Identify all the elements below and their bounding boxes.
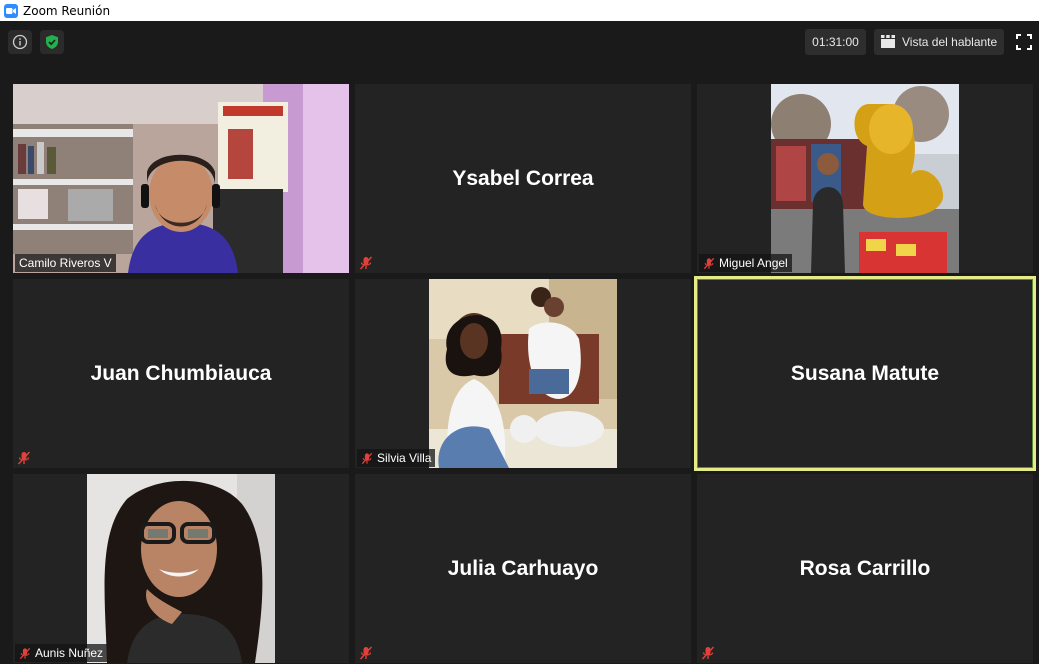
video-feed-miguel: [771, 84, 959, 273]
zoom-logo-icon: [4, 3, 18, 18]
mic-muted-icon: [701, 646, 715, 660]
speaker-view-label: Vista del hablante: [902, 35, 998, 49]
meeting-toolbar: 01:31:00 Vista del hablante: [0, 21, 1039, 63]
participant-name: Camilo Riveros V: [19, 256, 112, 270]
participant-tile-juan[interactable]: Juan Chumbiauca: [13, 279, 349, 468]
participant-label: Aunis Nuñez: [15, 644, 108, 662]
participant-name: Silvia Villa: [377, 451, 432, 465]
participant-label: Camilo Riveros V: [15, 254, 116, 272]
video-feed-camilo: [13, 84, 349, 273]
window-title: Zoom Reunión: [23, 3, 111, 18]
video-feed-aunis: [87, 474, 275, 663]
meeting-info-button[interactable]: [8, 30, 32, 54]
fullscreen-icon: [1016, 34, 1032, 50]
participant-tile-miguel[interactable]: Miguel Angel: [697, 84, 1033, 273]
participant-name: Aunis Nuñez: [35, 646, 104, 660]
participant-tile-silvia[interactable]: Silvia Villa: [355, 279, 691, 468]
mic-muted-icon: [359, 256, 373, 270]
mic-muted-icon: [361, 452, 373, 464]
participant-label: Silvia Villa: [357, 449, 436, 467]
participant-tile-rosa[interactable]: Rosa Carrillo: [697, 474, 1033, 663]
participant-tile-camilo[interactable]: Camilo Riveros V: [13, 84, 349, 273]
participant-name-display: Julia Carhuayo: [447, 556, 599, 580]
participant-tile-aunis[interactable]: Aunis Nuñez: [13, 474, 349, 663]
mic-muted-icon: [703, 257, 715, 269]
participant-label: Miguel Angel: [699, 254, 792, 272]
participant-name-display: Juan Chumbiauca: [90, 361, 272, 385]
participant-tile-julia[interactable]: Julia Carhuayo: [355, 474, 691, 663]
participant-name-display: Susana Matute: [790, 361, 940, 385]
info-icon: [12, 34, 28, 50]
participant-tile-susana[interactable]: Susana Matute: [694, 276, 1036, 471]
security-shield-button[interactable]: [40, 30, 64, 54]
shield-check-icon: [46, 35, 58, 49]
fullscreen-button[interactable]: [1014, 32, 1034, 52]
mic-muted-icon: [17, 451, 31, 465]
participant-name: Miguel Angel: [719, 256, 788, 270]
video-feed-silvia: [429, 279, 617, 468]
mic-muted-icon: [19, 647, 31, 659]
participant-tile-ysabel[interactable]: Ysabel Correa: [355, 84, 691, 273]
grid-icon: [881, 35, 895, 48]
speaker-view-button[interactable]: Vista del hablante: [874, 29, 1004, 55]
participant-name-display: Rosa Carrillo: [799, 556, 931, 580]
window-titlebar: Zoom Reunión: [0, 0, 1039, 21]
mic-muted-icon: [359, 646, 373, 660]
participant-name-display: Ysabel Correa: [452, 166, 594, 190]
meeting-timer: 01:31:00: [805, 29, 866, 55]
